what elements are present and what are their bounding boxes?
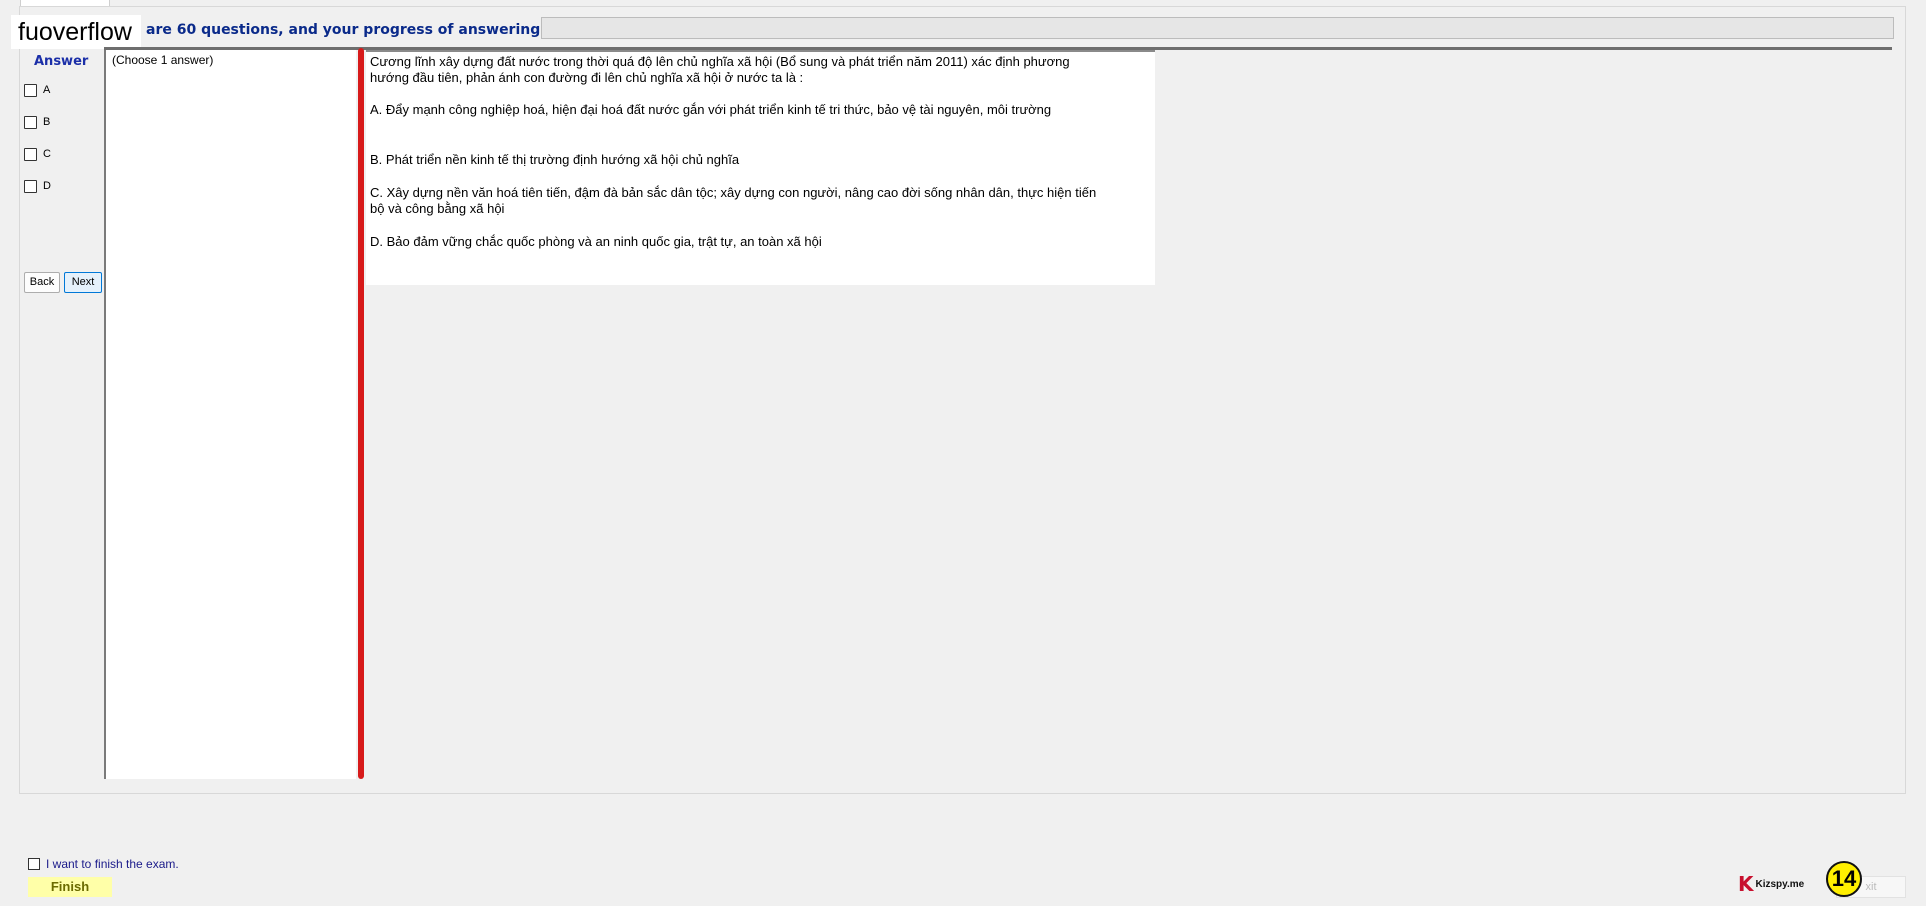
checkbox-d[interactable] (24, 179, 37, 193)
answer-option-c[interactable]: C (24, 146, 51, 162)
question-panel: Cương lĩnh xây dựng đất nước trong thời … (366, 50, 1155, 285)
checkbox-c[interactable] (24, 147, 37, 161)
checkbox-b[interactable] (24, 115, 37, 129)
brand-logo: K Kizspy.me (1738, 872, 1804, 896)
number-badge: 14 (1826, 861, 1862, 897)
finish-checkbox-label: I want to finish the exam. (46, 857, 179, 871)
checkbox-a[interactable] (24, 83, 37, 97)
brand-name: Kizspy.me (1755, 878, 1805, 890)
finish-checkbox[interactable] (28, 858, 40, 870)
answer-option-label: A (43, 84, 51, 96)
answer-option-label: C (43, 148, 51, 160)
watermark-label: fuoverflow (11, 15, 141, 49)
answer-option-b[interactable]: B (24, 114, 50, 130)
answer-option-label: B (43, 116, 51, 128)
progress-bar (541, 17, 1894, 39)
question-option-c: C. Xây dựng nền văn hoá tiên tiến, đậm đ… (370, 185, 1097, 216)
answer-option-a[interactable]: A (24, 82, 50, 98)
question-text: Cương lĩnh xây dựng đất nước trong thời … (370, 54, 1070, 85)
answer-option-d[interactable]: D (24, 178, 51, 194)
choose-panel: (Choose 1 answer) (104, 50, 356, 779)
answer-heading: Answer (34, 54, 89, 69)
finish-confirm[interactable]: I want to finish the exam. (28, 857, 179, 871)
answer-option-label: D (43, 180, 51, 192)
question-option-b: B. Phát triển nền kinh tế thị trường địn… (370, 152, 740, 167)
progress-text: are 60 questions, and your progress of a… (146, 22, 559, 38)
finish-button[interactable]: Finish (28, 877, 112, 897)
question-option-d: D. Bảo đảm vững chắc quốc phòng và an ni… (370, 234, 822, 249)
back-button[interactable]: Back (24, 272, 60, 293)
question-option-a: A. Đẩy mạnh công nghiệp hoá, hiện đại ho… (370, 102, 1052, 117)
choose-hint: (Choose 1 answer) (112, 53, 214, 67)
next-button[interactable]: Next (64, 272, 102, 293)
brand-k-icon: K (1738, 872, 1754, 896)
splitter-bar[interactable] (358, 48, 364, 779)
